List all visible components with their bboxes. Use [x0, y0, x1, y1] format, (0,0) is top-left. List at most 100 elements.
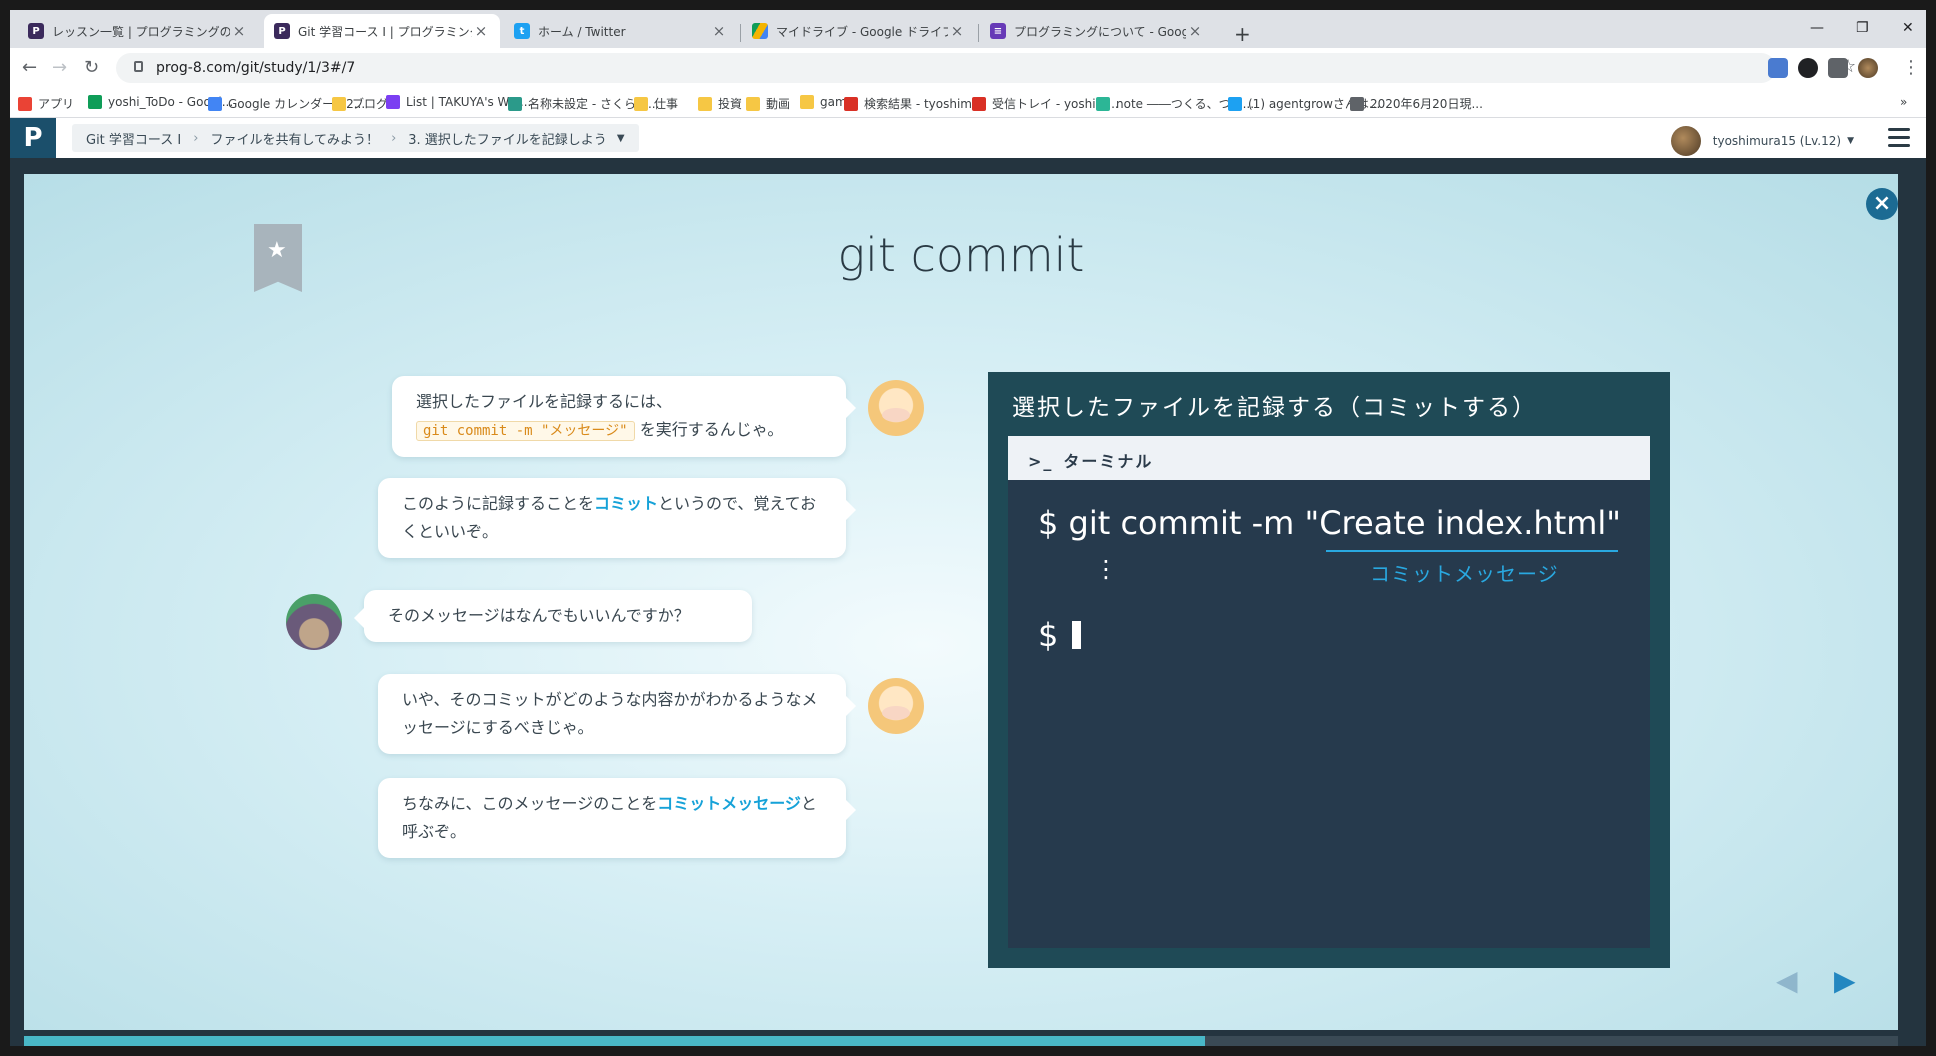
close-tab-icon[interactable]: × — [1186, 22, 1204, 40]
user-menu[interactable]: tyoshimura15 (Lv.12) ▼ — [1670, 126, 1854, 156]
restore-button[interactable]: ❐ — [1856, 20, 1869, 36]
browser-tab-google-forms[interactable]: ≡ プログラミングについて - Google フォー × — [980, 14, 1214, 48]
back-button[interactable]: ← — [22, 57, 37, 78]
command-prefix: $ git commit -m — [1038, 504, 1305, 542]
terminal-window: >_ ターミナル $ git commit -m "Create index.ht… — [1008, 436, 1650, 948]
bookmark-item[interactable]: 動画 — [746, 95, 790, 112]
commit-message-annotation: コミットメッセージ — [1370, 562, 1559, 586]
bookmark-label: ブログ — [352, 97, 389, 111]
close-tab-icon[interactable]: × — [472, 22, 490, 40]
bookmark-label: 動画 — [766, 97, 791, 111]
folder-icon — [800, 95, 814, 109]
puzzle-extensions-icon[interactable] — [1828, 58, 1848, 78]
browser-tab-lessons[interactable]: P レッスン一覧 | プログラミングの入門な × — [18, 14, 258, 48]
prog8-icon: P — [274, 23, 290, 39]
minimize-button[interactable]: — — [1810, 20, 1824, 36]
breadcrumb-course[interactable]: Git 学習コース I — [86, 129, 181, 148]
terminal-prompt-icon: >_ — [1028, 452, 1054, 471]
commit-message-arg: "Create index.html" — [1304, 504, 1622, 542]
bubble-text: いや、そのコミットがどのような内容かがわかるようなメッセージにするべきじゃ。 — [402, 690, 818, 737]
browser-tab-twitter[interactable]: t ホーム / Twitter × — [504, 14, 738, 48]
terminal-illustration: 選択したファイルを記録する（コミットする） >_ ターミナル $ git comm… — [988, 372, 1670, 968]
browser-tab-git-course[interactable]: P Git 学習コース I | プログラミングの入門 × — [264, 14, 500, 48]
sheep-teacher-avatar — [868, 678, 924, 734]
close-icon[interactable]: × — [1866, 188, 1898, 220]
next-slide-button[interactable]: ▶ — [1834, 964, 1856, 997]
chrome-menu-icon[interactable]: ⋮ — [1902, 57, 1920, 78]
gmail-icon — [844, 96, 858, 111]
folder-icon — [634, 96, 648, 111]
terminal-prompt: $ — [1038, 616, 1082, 654]
more-bookmarks-button[interactable]: » — [1900, 95, 1907, 109]
bookmark-item[interactable]: アプリ — [18, 95, 74, 112]
bubble-text: ちなみに、このメッセージのことを — [402, 794, 658, 813]
tab-label: Git 学習コース I | プログラミングの入門 — [298, 24, 472, 39]
close-window-button[interactable]: ✕ — [1902, 20, 1914, 36]
slide-modal: ★ × git commit 選択したファイルを記録するには、 git comm… — [24, 174, 1898, 1030]
calendar-icon — [208, 96, 222, 111]
hamburger-menu-icon[interactable] — [1888, 128, 1910, 152]
twitter-icon — [1228, 96, 1242, 111]
inline-code: git commit -m "メッセージ" — [416, 421, 635, 441]
apps-grid-icon — [18, 96, 32, 111]
tab-label: レッスン一覧 | プログラミングの入門な — [52, 24, 230, 39]
bookmark-item[interactable]: 検索結果 - tyoshim... — [844, 95, 983, 112]
close-tab-icon[interactable]: × — [948, 22, 966, 40]
student-avatar — [286, 594, 342, 650]
terminal-heading: 選択したファイルを記録する（コミットする） — [1012, 395, 1537, 421]
sheets-icon — [88, 95, 102, 109]
breadcrumb-chapter[interactable]: ファイルを共有してみよう！ — [210, 129, 379, 148]
ellipsis-icon: ⋮ — [1094, 555, 1118, 583]
breadcrumb-lesson[interactable]: 3. 選択したファイルを記録しよう — [408, 129, 607, 148]
link-icon — [386, 95, 400, 109]
folder-icon — [698, 96, 712, 111]
bookmark-label: 2020年6月20日現... — [1370, 97, 1483, 111]
caret-down-icon: ▼ — [1847, 136, 1854, 146]
prog8-icon: P — [28, 23, 44, 39]
address-bar[interactable]: prog-8.com/git/study/1/3#/7 ☆ — [116, 53, 1856, 83]
google-forms-icon: ≡ — [990, 23, 1006, 39]
close-tab-icon[interactable]: × — [710, 22, 728, 40]
bubble-text: このように記録することを — [402, 494, 595, 513]
browser-tab-google-drive[interactable]: マイドライブ - Google ドライブ × — [742, 14, 976, 48]
terminal-title: ターミナル — [1063, 452, 1154, 471]
progress-fill — [24, 1036, 1205, 1046]
profile-avatar[interactable] — [1858, 58, 1878, 78]
bookmark-item[interactable]: ブログ — [332, 95, 388, 112]
new-tab-button[interactable]: + — [1234, 22, 1251, 46]
terminal-titlebar: >_ ターミナル — [1008, 436, 1650, 480]
bookmark-item[interactable]: 2020年6月20日現... — [1350, 95, 1483, 112]
close-tab-icon[interactable]: × — [230, 22, 248, 40]
dialog-bubble: このように記録することをコミットというので、覚えておくといいぞ。 — [378, 478, 856, 558]
keyword-highlight: コミット — [594, 494, 659, 513]
site-logo[interactable]: P — [10, 118, 56, 158]
tab-label: マイドライブ - Google ドライブ — [776, 24, 948, 39]
extension-icon[interactable] — [1798, 58, 1818, 78]
bubble-text: 選択したファイルを記録するには、 — [416, 392, 673, 411]
terminal-command: $ git commit -m "Create index.html" — [1038, 504, 1621, 542]
prev-slide-button[interactable]: ◀ — [1776, 964, 1798, 997]
dialog-bubble: ちなみに、このメッセージのことをコミットメッセージと呼ぶぞ。 — [378, 778, 856, 858]
bookmark-item[interactable]: 投資 — [698, 95, 742, 112]
tab-label: プログラミングについて - Google フォー — [1014, 24, 1186, 39]
bookmark-label: アプリ — [38, 97, 75, 111]
note-icon — [1096, 96, 1110, 111]
sheep-teacher-avatar — [868, 380, 924, 436]
avatar — [1670, 126, 1701, 156]
reload-button[interactable]: ↻ — [84, 57, 99, 78]
folder-icon — [746, 96, 760, 111]
forward-button[interactable]: → — [52, 57, 67, 78]
commit-message-underline — [1326, 550, 1618, 552]
bookmark-label: 検索結果 - tyoshim... — [864, 97, 984, 111]
slide-title: git commit — [837, 228, 1085, 282]
dialog-bubble: 選択したファイルを記録するには、 git commit -m "メッセージ" を… — [392, 376, 856, 457]
browser-toolbar: ← → ↻ prog-8.com/git/study/1/3#/7 ☆ ⋮ — [10, 48, 1926, 88]
extension-icon[interactable] — [1768, 58, 1788, 78]
caret-down-icon[interactable]: ▼ — [617, 133, 625, 144]
sakura-icon — [508, 96, 522, 111]
bubble-text: そのメッセージはなんでもいいんですか？ — [388, 606, 690, 625]
username: tyoshimura15 (Lv.12) — [1712, 134, 1842, 148]
bookmark-item[interactable]: 仕事 — [634, 95, 678, 112]
lock-icon — [134, 61, 143, 72]
bookmark-label: 仕事 — [654, 97, 679, 111]
